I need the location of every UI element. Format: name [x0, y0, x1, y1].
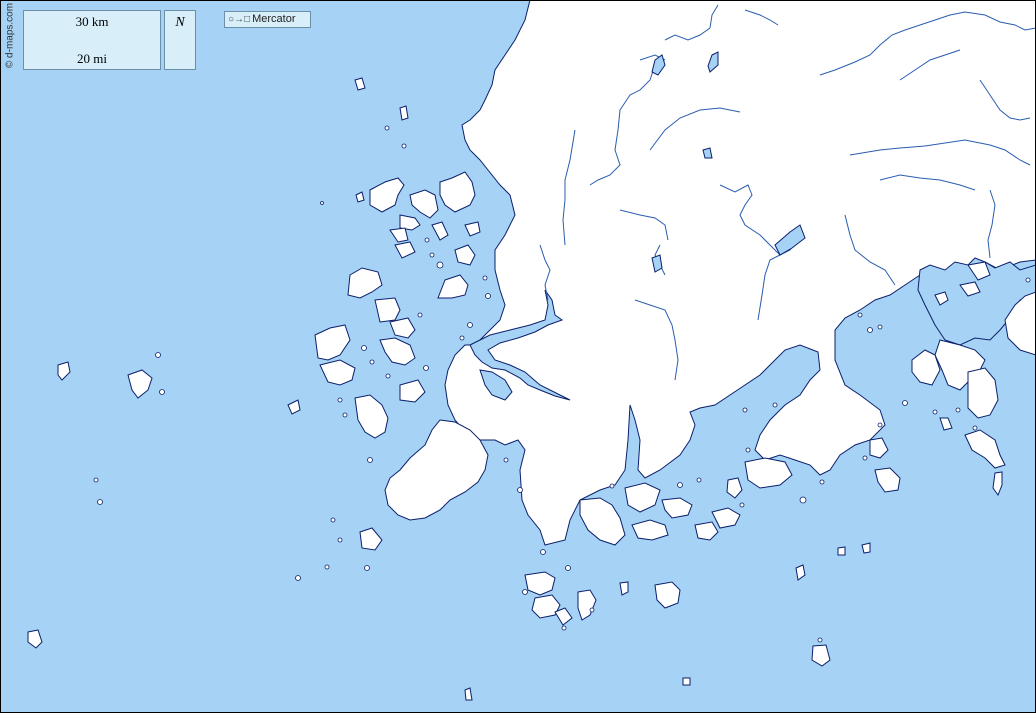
scale-mi-label: 20 mi: [77, 51, 107, 66]
projection-label: Mercator: [252, 13, 296, 25]
projection-indicator: ○→□ Mercator: [224, 11, 311, 28]
scale-km-label: 30 km: [75, 14, 109, 29]
circle-to-square-icon: ○→□: [228, 14, 251, 25]
lake: [702, 147, 713, 159]
north-indicator: N: [164, 10, 196, 70]
map-canvas: [0, 0, 1036, 713]
credit-text: © d-maps.com: [4, 2, 16, 69]
north-letter: N: [175, 15, 185, 30]
scale-legend: 30 km 20 mi: [23, 10, 161, 70]
